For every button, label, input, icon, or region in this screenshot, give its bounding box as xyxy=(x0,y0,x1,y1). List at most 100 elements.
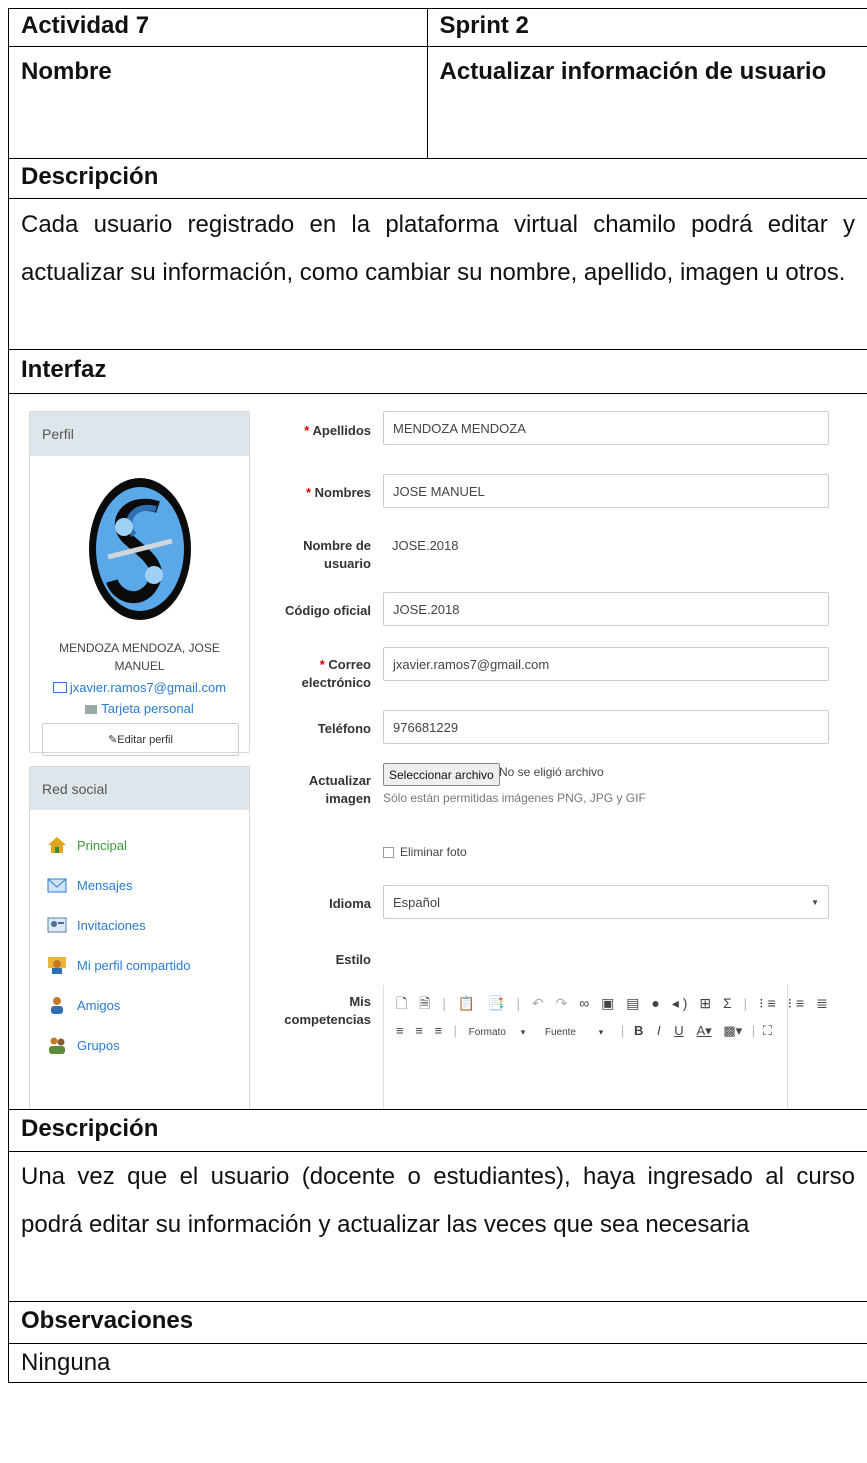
font-dropdown[interactable]: Fuente ▾ xyxy=(545,1027,603,1038)
nav-label-grupos: Grupos xyxy=(77,1037,120,1053)
row-desc-text-1: Cada usuario registrado en la plataforma… xyxy=(8,198,867,349)
caret-down-icon: ▼ xyxy=(811,897,819,907)
edit-profile-button[interactable]: ✎ Editar perfil xyxy=(42,723,239,756)
math-icon[interactable]: Σ xyxy=(723,995,736,1011)
code-input[interactable]: JOSE.2018 xyxy=(383,592,829,626)
numbered-list-icon[interactable]: ⁝≡ xyxy=(759,995,780,1011)
language-value: Español xyxy=(393,894,440,910)
nav-label-amigos: Amigos xyxy=(77,997,121,1013)
nav-label-invitaciones: Invitaciones xyxy=(77,917,146,933)
format-dropdown[interactable]: Formato ▾ xyxy=(469,1027,526,1038)
email-label: * Correo electrónico xyxy=(301,657,371,690)
interface-screenshot: Perfil MENDOZA MENDOZA, JOSE MANUEL jxav… xyxy=(8,393,867,1109)
groups-icon xyxy=(49,1037,65,1054)
table-icon[interactable]: ⊞ xyxy=(699,995,715,1011)
edit-icon: ✎ xyxy=(108,734,118,746)
apellidos-input[interactable]: MENDOZA MENDOZA xyxy=(383,411,829,445)
checkbox-box[interactable] xyxy=(383,846,394,858)
font-caret-icon: ▾ xyxy=(598,1027,604,1037)
social-panel: Red social Principal Mensajes Invitacion… xyxy=(29,766,250,1109)
row-obs-label: Observaciones xyxy=(8,1301,867,1343)
apellidos-label: * Apellidos xyxy=(304,423,371,438)
new-page-icon[interactable]: 🗋 xyxy=(396,995,411,1011)
edit-profile-label: Editar perfil xyxy=(117,733,173,746)
row-desc-text-2: Una vez que el usuario (docente o estudi… xyxy=(8,1151,867,1301)
observations-value: Ninguna xyxy=(21,1349,111,1376)
image-label: Actualizar imagen xyxy=(308,773,371,806)
language-label: Idioma xyxy=(329,896,371,911)
video-icon[interactable]: ▤ xyxy=(626,995,643,1011)
envelope-icon xyxy=(47,878,67,893)
nav-item-shared-profile[interactable]: Mi perfil compartido xyxy=(47,956,190,974)
delete-photo-label: Eliminar foto xyxy=(400,845,467,859)
email-input[interactable]: jxavier.ramos7@gmail.com xyxy=(383,647,829,681)
row-desc-label-1: Descripción xyxy=(8,158,867,198)
nav-item-principal[interactable]: Principal xyxy=(47,836,127,854)
nombres-input[interactable]: JOSE MANUEL xyxy=(383,474,829,508)
nav-item-invitaciones[interactable]: Invitaciones xyxy=(47,916,146,934)
description-text: Cada usuario registrado en la plataforma… xyxy=(21,211,855,286)
text-color-icon[interactable]: A▾ xyxy=(697,1023,712,1038)
language-select[interactable]: Español ▼ xyxy=(383,885,829,919)
mail-icon xyxy=(52,682,67,693)
file-status: No se eligió archivo xyxy=(499,765,604,779)
flash-icon[interactable]: ● xyxy=(651,995,663,1011)
invitation-icon xyxy=(47,917,67,933)
paste-html-icon[interactable]: 📑 xyxy=(487,995,508,1011)
file-help-text: Sólo están permitidas imágenes PNG, JPG … xyxy=(383,791,646,805)
activity-table: Actividad 7 Sprint 2 Nombre Actualizar i… xyxy=(8,8,867,1383)
username-value: JOSE.2018 xyxy=(392,538,459,553)
description-text-2: Una vez que el usuario (docente o estudi… xyxy=(21,1163,855,1238)
audio-icon[interactable]: ◂) xyxy=(672,995,692,1011)
name-value: Actualizar información de usuario xyxy=(439,58,827,85)
code-label: Código oficial xyxy=(285,603,371,618)
italic-icon[interactable]: I xyxy=(657,1023,661,1038)
row-name: Nombre Actualizar información de usuario xyxy=(8,46,867,158)
nombres-label: * Nombres xyxy=(305,485,371,500)
profile-panel-header: Perfil xyxy=(30,412,249,456)
profile-email-link[interactable]: jxavier.ramos7@gmail.com xyxy=(30,680,249,695)
bulleted-list-icon[interactable]: ⁝≡ xyxy=(788,995,809,1011)
profile-full-name: MENDOZA MENDOZA, JOSE MANUEL xyxy=(59,641,220,673)
shared-profile-icon xyxy=(48,957,66,974)
undo-icon[interactable]: ↶ xyxy=(532,995,548,1011)
link-icon[interactable]: ∞ xyxy=(579,995,593,1011)
skills-label: Mis competencias xyxy=(284,994,371,1027)
align-left-icon[interactable]: ≡ xyxy=(396,1023,404,1038)
nav-label-shared-profile: Mi perfil compartido xyxy=(77,957,191,973)
align-right-icon[interactable]: ≡ xyxy=(434,1023,442,1038)
name-label: Nombre xyxy=(9,47,428,158)
phone-input[interactable]: 976681229 xyxy=(383,710,829,744)
editor-toolbar-row-2: ≡ ≡ ≡ | Formato ▾ Fuente ▾ | B I U A▾ ▩▾… xyxy=(396,1023,772,1038)
format-label: Formato xyxy=(468,1027,506,1038)
row-activity: Actividad 7 Sprint 2 xyxy=(8,8,867,46)
nav-item-grupos[interactable]: Grupos xyxy=(47,1036,120,1054)
underline-icon[interactable]: U xyxy=(674,1023,683,1038)
bg-color-icon[interactable]: ▩▾ xyxy=(723,1023,742,1038)
preview-icon[interactable]: 🗎 xyxy=(419,995,434,1011)
business-card-label: Tarjeta personal xyxy=(101,701,194,716)
username-label: Nombre de usuario xyxy=(303,538,371,571)
format-caret-icon: ▾ xyxy=(520,1027,526,1037)
style-label: Estilo xyxy=(335,952,371,967)
redo-icon[interactable]: ↷ xyxy=(556,995,572,1011)
skills-editor[interactable]: 🗋 🗎 | 📋 📑 | ↶ ↷ ∞ ▣ ▤ ● ◂) ⊞ Σ | ⁝≡ ⁝≡ ≣ xyxy=(383,985,828,1109)
description-heading-2: Descripción xyxy=(21,1115,159,1142)
nav-item-mensajes[interactable]: Mensajes xyxy=(47,876,133,894)
nav-item-amigos[interactable]: Amigos xyxy=(47,996,120,1014)
sprint-label: Sprint 2 xyxy=(439,12,529,39)
profile-email: jxavier.ramos7@gmail.com xyxy=(69,680,227,695)
paste-icon[interactable]: 📋 xyxy=(458,995,479,1011)
activity-label: Actividad 7 xyxy=(9,9,428,46)
maximize-icon[interactable]: ⛶ xyxy=(763,1023,772,1038)
delete-photo-checkbox[interactable]: Eliminar foto xyxy=(383,845,467,859)
align-justify-icon[interactable]: ≣ xyxy=(816,995,832,1011)
business-card-link[interactable]: Tarjeta personal xyxy=(30,701,249,716)
avatar xyxy=(89,478,191,620)
image-icon[interactable]: ▣ xyxy=(601,995,618,1011)
row-obs-value: Ninguna xyxy=(8,1343,867,1383)
nav-label-mensajes: Mensajes xyxy=(77,877,133,893)
align-center-icon[interactable]: ≡ xyxy=(415,1023,423,1038)
choose-file-button[interactable]: Seleccionar archivo xyxy=(383,763,500,786)
bold-icon[interactable]: B xyxy=(634,1023,643,1038)
